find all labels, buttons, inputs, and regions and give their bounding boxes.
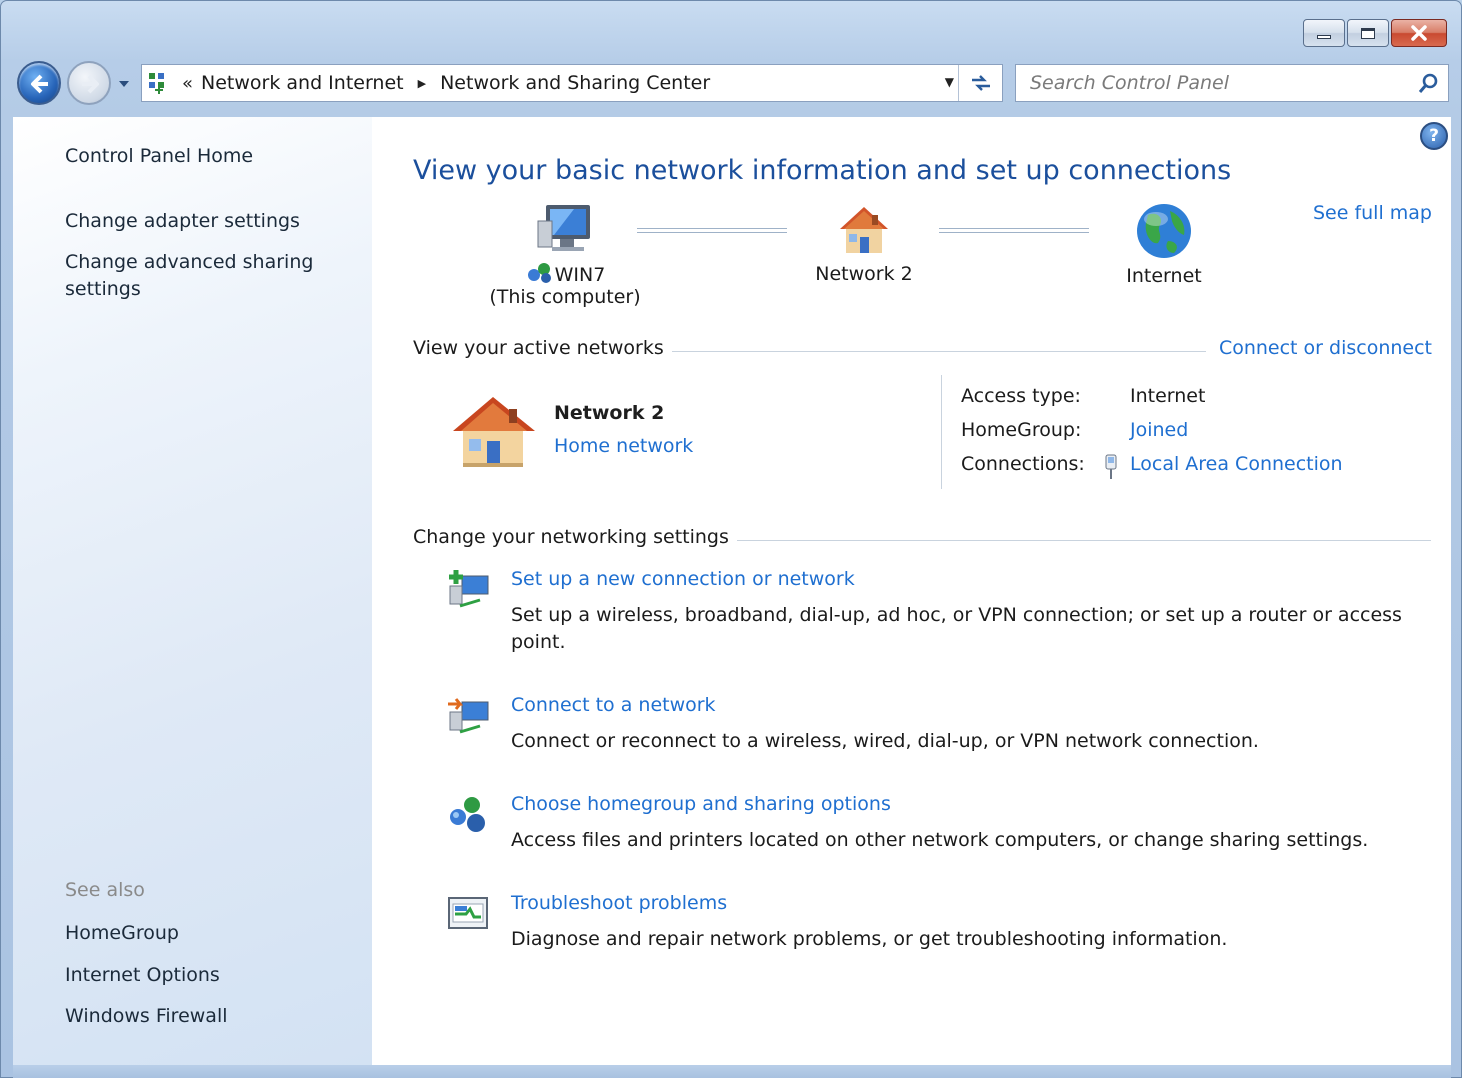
explorer-window: « Network and Internet ▶ Network and Sha… bbox=[0, 0, 1462, 1078]
refresh-button[interactable] bbox=[958, 65, 1002, 101]
home-network-icon bbox=[840, 207, 888, 253]
computer-subtitle: (This computer) bbox=[489, 286, 641, 308]
home-network-large-icon bbox=[453, 397, 535, 467]
close-button[interactable] bbox=[1391, 19, 1447, 47]
forward-button[interactable] bbox=[67, 61, 111, 105]
breadcrumb-network-sharing-center[interactable]: Network and Sharing Center bbox=[440, 72, 710, 94]
computer-icon bbox=[537, 205, 590, 251]
internet-options-link[interactable]: Internet Options bbox=[65, 962, 220, 989]
breadcrumb-network-and-internet[interactable]: Network and Internet bbox=[201, 72, 404, 94]
see-also-heading: See also bbox=[65, 879, 145, 901]
map-internet-node[interactable]: Internet bbox=[1084, 201, 1244, 287]
connect-network-desc: Connect or reconnect to a wireless, wire… bbox=[511, 730, 1259, 752]
homegroup-small-icon bbox=[527, 263, 551, 283]
map-internet-label: Internet bbox=[1126, 265, 1202, 287]
setup-connection-desc: Set up a wireless, broadband, dial-up, a… bbox=[511, 604, 1402, 653]
map-link-line bbox=[939, 228, 1089, 233]
new-connection-icon bbox=[449, 570, 489, 608]
homegroup-link[interactable]: HomeGroup bbox=[65, 920, 179, 947]
forward-arrow-icon bbox=[82, 74, 99, 94]
connect-disconnect-link[interactable]: Connect or disconnect bbox=[1208, 337, 1432, 359]
homegroup-joined-link[interactable]: Joined bbox=[1130, 419, 1188, 441]
search-icon[interactable] bbox=[1416, 72, 1440, 96]
change-adapter-settings-link[interactable]: Change adapter settings bbox=[65, 208, 300, 235]
network-type-link[interactable]: Home network bbox=[554, 435, 693, 457]
connect-network-icon bbox=[448, 698, 489, 734]
search-box[interactable] bbox=[1015, 64, 1449, 102]
address-bar[interactable]: « Network and Internet ▶ Network and Sha… bbox=[141, 64, 1003, 102]
globe-icon bbox=[1137, 204, 1191, 258]
window-bottom-border bbox=[13, 1065, 1451, 1078]
navigation-bar: « Network and Internet ▶ Network and Sha… bbox=[15, 61, 1449, 105]
connections-label: Connections: bbox=[961, 453, 1085, 475]
page-title: View your basic network information and … bbox=[413, 155, 1232, 186]
back-button[interactable] bbox=[17, 61, 61, 105]
see-full-map-link[interactable]: See full map bbox=[1313, 202, 1432, 224]
access-type-label: Access type: bbox=[961, 385, 1081, 407]
control-panel-home-link[interactable]: Control Panel Home bbox=[65, 143, 253, 170]
minimize-icon bbox=[1317, 35, 1331, 39]
homegroup-label: HomeGroup: bbox=[961, 419, 1082, 441]
maximize-icon bbox=[1361, 27, 1375, 39]
troubleshoot-link[interactable]: Troubleshoot problems bbox=[511, 892, 727, 914]
recent-pages-dropdown-icon[interactable] bbox=[117, 77, 131, 91]
active-network-name: Network 2 bbox=[554, 402, 665, 424]
connect-network-link[interactable]: Connect to a network bbox=[511, 694, 716, 716]
homegroup-options-desc: Access files and printers located on oth… bbox=[511, 829, 1369, 851]
troubleshoot-desc: Diagnose and repair network problems, or… bbox=[511, 928, 1228, 950]
computer-name: WIN7 bbox=[554, 264, 606, 286]
ethernet-icon bbox=[1105, 454, 1117, 479]
section-divider bbox=[652, 351, 1206, 352]
caption-buttons bbox=[1301, 19, 1447, 47]
address-dropdown-icon[interactable]: ▼ bbox=[945, 75, 954, 89]
breadcrumb-arrow-icon[interactable]: ▶ bbox=[418, 77, 426, 90]
close-icon bbox=[1411, 25, 1427, 41]
task-pane: Control Panel Home Change adapter settin… bbox=[13, 117, 372, 1065]
control-panel-icon bbox=[149, 73, 164, 94]
homegroup-icon bbox=[450, 797, 485, 832]
map-network-node[interactable]: Network 2 bbox=[784, 201, 944, 285]
task-homegroup: Choose homegroup and sharing options Acc… bbox=[446, 793, 1406, 873]
section-divider bbox=[727, 540, 1431, 541]
map-link-line bbox=[637, 228, 787, 233]
troubleshoot-icon bbox=[448, 897, 488, 929]
homegroup-options-link[interactable]: Choose homegroup and sharing options bbox=[511, 793, 891, 815]
access-type-value: Internet bbox=[1130, 385, 1206, 407]
local-area-connection-link[interactable]: Local Area Connection bbox=[1130, 453, 1343, 475]
map-network-name: Network 2 bbox=[815, 263, 913, 285]
minimize-button[interactable] bbox=[1303, 19, 1345, 47]
active-networks-heading: View your active networks bbox=[413, 337, 672, 359]
maximize-button[interactable] bbox=[1347, 19, 1389, 47]
setup-connection-link[interactable]: Set up a new connection or network bbox=[511, 568, 855, 590]
change-settings-heading: Change your networking settings bbox=[413, 526, 737, 548]
vertical-divider bbox=[941, 375, 942, 489]
task-troubleshoot: Troubleshoot problems Diagnose and repai… bbox=[446, 892, 1406, 972]
task-connect-network: Connect to a network Connect or reconnec… bbox=[446, 694, 1406, 774]
refresh-icon bbox=[971, 75, 990, 91]
breadcrumb-overflow[interactable]: « bbox=[182, 73, 193, 94]
task-new-connection: Set up a new connection or network Set u… bbox=[446, 568, 1406, 678]
map-computer-node[interactable]: WIN7 (This computer) bbox=[470, 201, 660, 308]
windows-firewall-link[interactable]: Windows Firewall bbox=[65, 1003, 228, 1030]
help-icon[interactable]: ? bbox=[1420, 122, 1448, 150]
change-advanced-sharing-link[interactable]: Change advanced sharing settings bbox=[65, 249, 335, 303]
search-input[interactable] bbox=[1030, 72, 1400, 94]
back-arrow-icon bbox=[31, 74, 48, 94]
main-content: ? View your basic network information an… bbox=[372, 117, 1451, 1065]
